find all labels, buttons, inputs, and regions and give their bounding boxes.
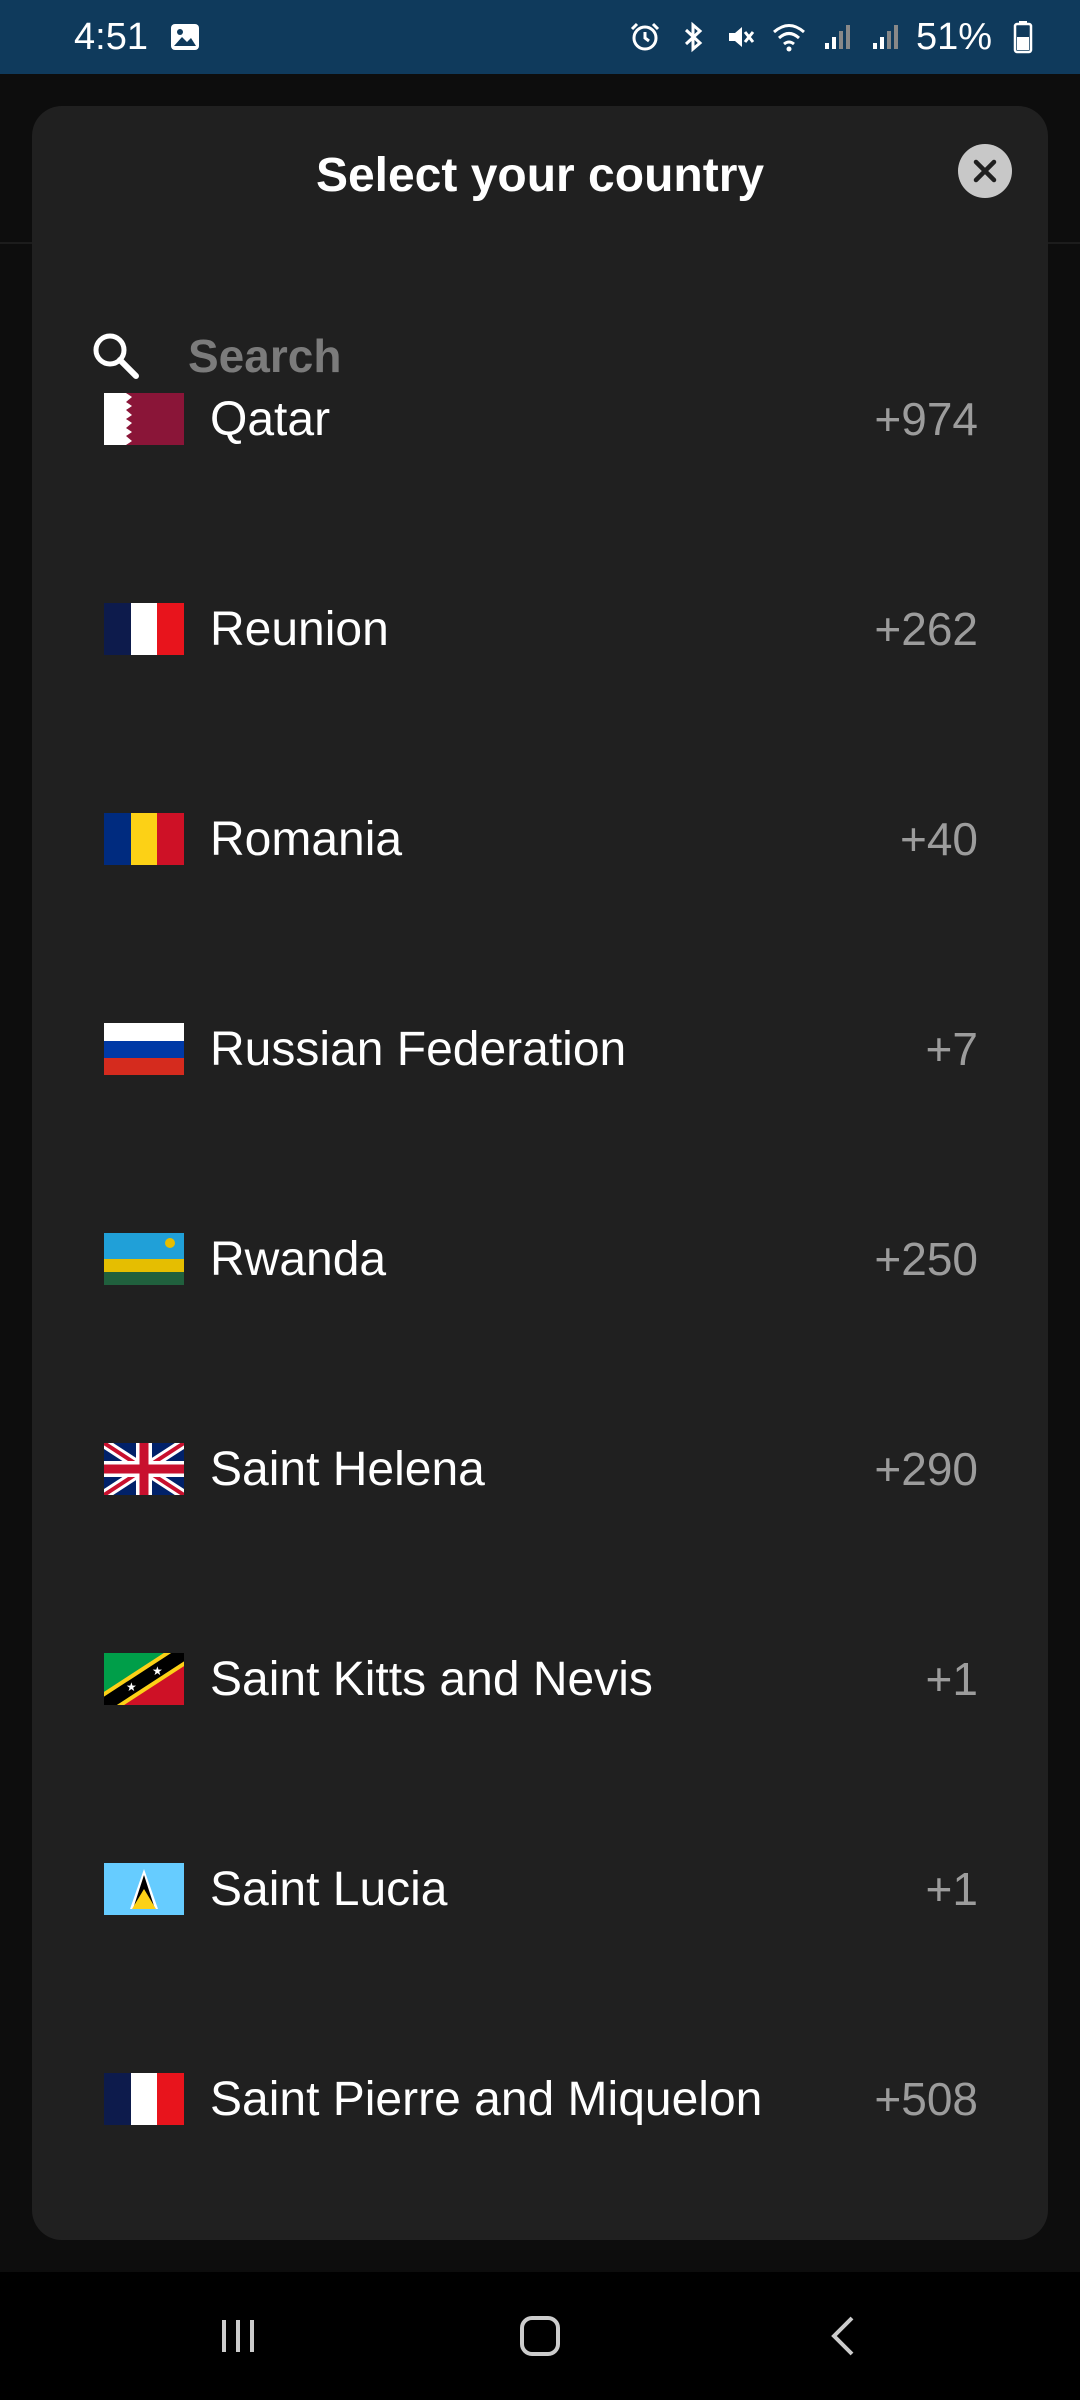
close-icon	[973, 159, 997, 183]
mute-icon	[724, 20, 758, 54]
qatar-flag-icon	[104, 393, 184, 445]
signal-icon	[868, 20, 902, 54]
dial-code: +40	[899, 813, 978, 865]
home-button[interactable]	[510, 2306, 570, 2366]
saint-kitts-flag-icon: ★★	[104, 1653, 184, 1705]
sheet-title: Select your country	[315, 149, 765, 202]
country-name: Russian Federation	[210, 1022, 627, 1076]
close-button[interactable]	[958, 144, 1012, 198]
country-name: Romania	[210, 812, 403, 866]
russia-flag-icon	[104, 1023, 184, 1075]
recents-button[interactable]	[208, 2306, 268, 2366]
dial-code: +974	[874, 393, 978, 445]
status-time: 4:51	[74, 15, 148, 58]
list-item-saint-helena[interactable]: Saint Helena +290	[32, 1414, 1048, 1524]
list-item-saint-kitts-and-nevis[interactable]: ★ ★ Saint Kitts and Nevis +1	[32, 1624, 1048, 1734]
saint-lucia-flag-icon	[104, 1863, 184, 1915]
dial-code: +508	[874, 2073, 978, 2125]
country-name: Saint Pierre and Miquelon	[210, 2072, 763, 2126]
dial-code: +1	[925, 1863, 978, 1915]
dial-code: +262	[874, 603, 978, 655]
battery-percent: 51%	[915, 15, 992, 58]
reunion-flag-icon	[104, 603, 184, 655]
battery-icon	[1006, 20, 1040, 54]
list-item-saint-pierre-and-miquelon[interactable]: Saint Pierre and Miquelon +508	[32, 2044, 1048, 2154]
country-name: Reunion	[210, 602, 389, 656]
dial-code: +1	[925, 1653, 978, 1705]
navigation-bar	[0, 2272, 1080, 2400]
back-icon	[831, 2316, 854, 2356]
list-item-rwanda[interactable]: Rwanda +250	[32, 1204, 1048, 1314]
saint-helena-flag-icon	[104, 1443, 184, 1495]
dial-code: +7	[925, 1023, 978, 1075]
wifi-icon	[772, 20, 806, 54]
saint-pierre-flag-icon	[104, 2073, 184, 2125]
list-item-romania[interactable]: Romania +40	[32, 784, 1048, 894]
svg-text:★: ★	[126, 1680, 137, 1694]
recents-icon	[222, 2320, 254, 2352]
list-item-reunion[interactable]: Reunion +262	[32, 574, 1048, 684]
bluetooth-icon	[676, 20, 710, 54]
alarm-icon	[628, 20, 662, 54]
list-item-saint-lucia[interactable]: Saint Lucia +1	[32, 1834, 1048, 1944]
country-name: Saint Helena	[210, 1442, 485, 1496]
status-bar: 4:51 51%	[0, 0, 1080, 74]
signal-icon	[820, 20, 854, 54]
romania-flag-icon	[104, 813, 184, 865]
dial-code: +250	[874, 1233, 978, 1285]
list-item-qatar[interactable]: Qatar +974	[32, 364, 1048, 474]
back-button[interactable]	[814, 2306, 874, 2366]
country-picker-sheet: Select your country Qatar +974 Reunion +…	[32, 106, 1048, 2240]
country-name: Saint Kitts and Nevis	[210, 1652, 653, 1706]
country-name: Qatar	[210, 392, 331, 446]
list-item-russian-federation[interactable]: Russian Federation +7	[32, 994, 1048, 1104]
country-name: Rwanda	[210, 1232, 387, 1286]
country-name: Saint Lucia	[210, 1862, 448, 1916]
dial-code: +290	[874, 1443, 978, 1495]
svg-text:★: ★	[152, 1664, 163, 1678]
gallery-icon	[168, 20, 202, 54]
home-icon	[520, 2316, 560, 2356]
rwanda-flag-icon	[104, 1233, 184, 1285]
